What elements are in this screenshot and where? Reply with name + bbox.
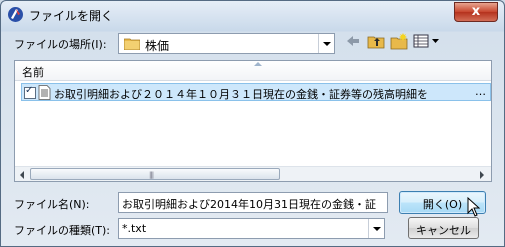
close-button[interactable]: x (454, 2, 498, 22)
file-list[interactable]: 名前 ✓ お取引明細および２０１４年１０月３１日現在の金銭・証券等の残高明細を … (14, 60, 492, 182)
cancel-button-label: キャンセル (416, 224, 471, 237)
location-dropdown-button[interactable] (318, 34, 334, 53)
column-header-name[interactable]: 名前 (22, 64, 44, 80)
filetype-dropdown[interactable]: *.txt (118, 218, 385, 239)
filetype-dropdown-button[interactable] (368, 219, 384, 238)
cancel-button[interactable]: キャンセル (408, 217, 479, 239)
scroll-right-icon[interactable] (480, 171, 484, 179)
mouse-cursor-icon (467, 197, 481, 217)
file-name: お取引明細および２０１４年１０月３１日現在の金銭・証券等の残高明細を (54, 88, 428, 101)
back-icon[interactable] (344, 32, 362, 50)
folder-icon (124, 38, 140, 50)
location-value: 株価 (145, 39, 170, 53)
scroll-left-icon[interactable] (20, 171, 24, 179)
filename-input[interactable]: お取引明細および2014年10月31日現在の金銭・証 (118, 192, 388, 213)
filename-value: お取引明細および2014年10月31日現在の金銭・証 (122, 198, 376, 211)
truncation-ellipsis: … (475, 85, 486, 98)
open-file-dialog: ファイルを開く x ファイルの場所(I): 株価 名前 ✓ お取引明細および２０… (0, 0, 505, 247)
filetype-label: ファイルの種類(T): (14, 224, 111, 237)
chevron-down-icon (323, 42, 331, 46)
view-menu-icon[interactable] (413, 32, 441, 50)
filetype-value: *.txt (122, 222, 147, 235)
window-title: ファイルを開く (29, 9, 114, 23)
location-dropdown[interactable]: 株価 (118, 33, 335, 54)
check-icon: ✓ (25, 85, 34, 96)
list-header: 名前 (15, 61, 491, 81)
text-file-icon (38, 85, 51, 100)
new-folder-icon[interactable] (390, 32, 408, 50)
filename-label: ファイル名(N): (14, 198, 90, 211)
open-button-label: 開く(O) (422, 198, 463, 211)
scrollbar-thumb[interactable]: ||| (30, 168, 280, 180)
item-checkbox[interactable]: ✓ (24, 85, 36, 99)
chevron-down-icon (373, 227, 381, 231)
sort-ascending-icon (254, 62, 262, 66)
up-folder-icon[interactable] (367, 32, 385, 50)
horizontal-scrollbar[interactable]: ||| (15, 166, 491, 181)
app-icon (8, 7, 23, 22)
location-label: ファイルの場所(I): (14, 38, 107, 51)
list-item[interactable]: ✓ お取引明細および２０１４年１０月３１日現在の金銭・証券等の残高明細を … (21, 83, 491, 101)
title-bar[interactable]: ファイルを開く x (1, 1, 504, 29)
grip-icon: ||| (149, 171, 154, 179)
